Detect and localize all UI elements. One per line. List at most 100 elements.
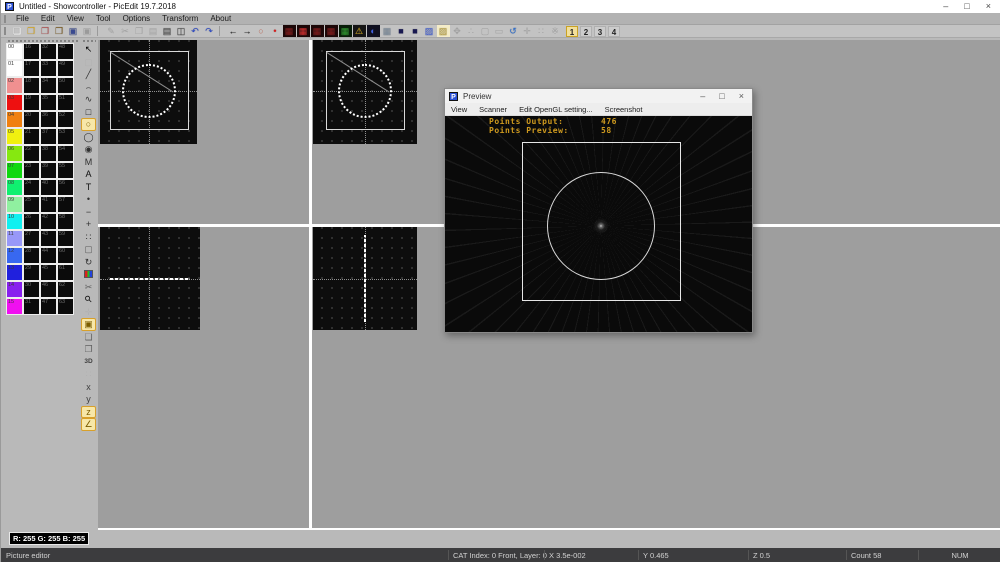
blank-navy-2-button[interactable]: ■: [409, 25, 422, 37]
palette-cell-56[interactable]: 56: [57, 179, 74, 196]
hatch-blue-button[interactable]: ▨: [423, 25, 436, 37]
hatch-draw-button[interactable]: ▨: [437, 25, 450, 37]
palette-page-4-button[interactable]: 4: [608, 26, 620, 37]
3d-tool-button[interactable]: 3D: [81, 356, 96, 369]
frame-grid-1-button[interactable]: ▦: [283, 25, 296, 37]
copy-frame-tool-button[interactable]: ❏: [81, 331, 96, 344]
maximize-button[interactable]: □: [964, 0, 969, 13]
pan-tool-button[interactable]: ✛: [81, 306, 96, 319]
palette-cell-04[interactable]: 04: [6, 111, 23, 128]
lasso-tool-button[interactable]: ✂: [81, 281, 96, 294]
snap-grid-tool-button[interactable]: ∷: [81, 368, 96, 381]
palette-cell-43[interactable]: 43: [40, 230, 57, 247]
rotate-tool-button[interactable]: ↻: [81, 256, 96, 269]
palette-cell-33[interactable]: 33: [40, 60, 57, 77]
cut-button[interactable]: ✂: [119, 25, 132, 37]
preview-canvas[interactable]: Points Output:476 Points Preview:58: [445, 116, 752, 332]
palette-cell-35[interactable]: 35: [40, 94, 57, 111]
palette-cell-15[interactable]: 15: [6, 298, 23, 315]
palette-cell-14[interactable]: 14: [6, 281, 23, 298]
palette-cell-32[interactable]: 32: [40, 43, 57, 60]
bottom-splitter[interactable]: [98, 528, 1000, 530]
edit-pencil-button[interactable]: ✎: [105, 25, 118, 37]
palette-cell-31[interactable]: 31: [23, 298, 40, 315]
palette-cell-48[interactable]: 48: [57, 43, 74, 60]
palette-cell-61[interactable]: 61: [57, 264, 74, 281]
menu-transform[interactable]: Transform: [156, 13, 204, 25]
palette-cell-45[interactable]: 45: [40, 264, 57, 281]
close-button[interactable]: ×: [986, 0, 991, 13]
test-pattern-warning-button[interactable]: ⚠: [353, 25, 366, 37]
ilda-colors-tool-button[interactable]: [81, 268, 96, 281]
palette-cell-37[interactable]: 37: [40, 128, 57, 145]
palette-cell-58[interactable]: 58: [57, 213, 74, 230]
palette-cell-46[interactable]: 46: [40, 281, 57, 298]
palette-cell-36[interactable]: 36: [40, 111, 57, 128]
palette-cell-27[interactable]: 27: [23, 230, 40, 247]
palette-cell-10[interactable]: 10: [6, 213, 23, 230]
delete-point-tool-button[interactable]: −: [81, 206, 96, 219]
x-rotate-tool-button[interactable]: x: [81, 381, 96, 394]
palette-cell-22[interactable]: 22: [23, 145, 40, 162]
print-preview-button[interactable]: ◫: [175, 25, 188, 37]
title-bar[interactable]: P Untitled - Showcontroller - PicEdit 19…: [1, 0, 1000, 13]
preview-menu-edit-opengl-setting[interactable]: Edit OpenGL setting...: [513, 103, 599, 116]
palette-cell-24[interactable]: 24: [23, 179, 40, 196]
snap-a-button[interactable]: ✛: [521, 25, 534, 37]
palette-cell-03[interactable]: 03: [6, 94, 23, 111]
palette-cell-25[interactable]: 25: [23, 196, 40, 213]
palette-cell-13[interactable]: 13: [6, 264, 23, 281]
point-red-button[interactable]: •: [269, 25, 282, 37]
snap-b-button[interactable]: ∷: [535, 25, 548, 37]
palette-cell-28[interactable]: 28: [23, 247, 40, 264]
palette-cell-09[interactable]: 09: [6, 196, 23, 213]
palette-cell-53[interactable]: 53: [57, 128, 74, 145]
polygon-tool-button[interactable]: ◉: [81, 143, 96, 156]
zoom-tool-button[interactable]: ⚲: [81, 293, 96, 306]
paste-frame-tool-button[interactable]: ❐: [81, 343, 96, 356]
menu-view[interactable]: View: [61, 13, 90, 25]
paste-button[interactable]: ▤: [147, 25, 160, 37]
frame-grid-4-button[interactable]: ▦: [325, 25, 338, 37]
grid-settings-button[interactable]: ▦: [381, 25, 394, 37]
preview-title-bar[interactable]: P Preview – □ ×: [445, 89, 752, 103]
palette-cell-60[interactable]: 60: [57, 247, 74, 264]
save-as-button[interactable]: ▣: [81, 25, 94, 37]
line-tool-button[interactable]: ╱: [81, 68, 96, 81]
marquee-tool-button[interactable]: ▢: [81, 243, 96, 256]
copy-button[interactable]: ❐: [133, 25, 146, 37]
frame-grid-green-button[interactable]: ▦: [339, 25, 352, 37]
palette-cell-05[interactable]: 05: [6, 128, 23, 145]
menu-options[interactable]: Options: [117, 13, 157, 25]
palette-cell-52[interactable]: 52: [57, 111, 74, 128]
toolbar-grip[interactable]: [4, 27, 7, 35]
new-file-button[interactable]: ❏: [11, 25, 24, 37]
freehand-tool-button[interactable]: ∿: [81, 93, 96, 106]
viewport-2-canvas[interactable]: [313, 40, 417, 144]
preview-close-button[interactable]: ×: [739, 89, 744, 103]
print-button[interactable]: ▤: [161, 25, 174, 37]
palette-cell-41[interactable]: 41: [40, 196, 57, 213]
palette-cell-40[interactable]: 40: [40, 179, 57, 196]
palette-cell-44[interactable]: 44: [40, 247, 57, 264]
angle-tool-button[interactable]: ∠: [81, 418, 96, 431]
vertical-splitter[interactable]: [309, 40, 312, 529]
open-file-button[interactable]: ❐: [25, 25, 38, 37]
menu-about[interactable]: About: [204, 13, 237, 25]
blank-navy-1-button[interactable]: ■: [395, 25, 408, 37]
refresh-button[interactable]: ↺: [507, 25, 520, 37]
tool-panel-drag-handle[interactable]: [82, 38, 96, 42]
z-rotate-tool-button[interactable]: z: [81, 406, 96, 419]
menu-file[interactable]: File: [10, 13, 35, 25]
palette-cell-38[interactable]: 38: [40, 145, 57, 162]
prev-frame-button[interactable]: ←: [227, 25, 240, 37]
viewport-3-canvas[interactable]: [100, 227, 200, 330]
ellipse-tool-button[interactable]: ◯: [81, 131, 96, 144]
frame-grid-3-button[interactable]: ▦: [311, 25, 324, 37]
undo-button[interactable]: ↶: [189, 25, 202, 37]
point-tool-button[interactable]: •: [81, 193, 96, 206]
select-poly-button[interactable]: ▭: [493, 25, 506, 37]
palette-cell-12[interactable]: 12: [6, 247, 23, 264]
move-point-tool-button[interactable]: ∷: [81, 231, 96, 244]
arc-tool-button[interactable]: ⌢: [81, 81, 96, 94]
